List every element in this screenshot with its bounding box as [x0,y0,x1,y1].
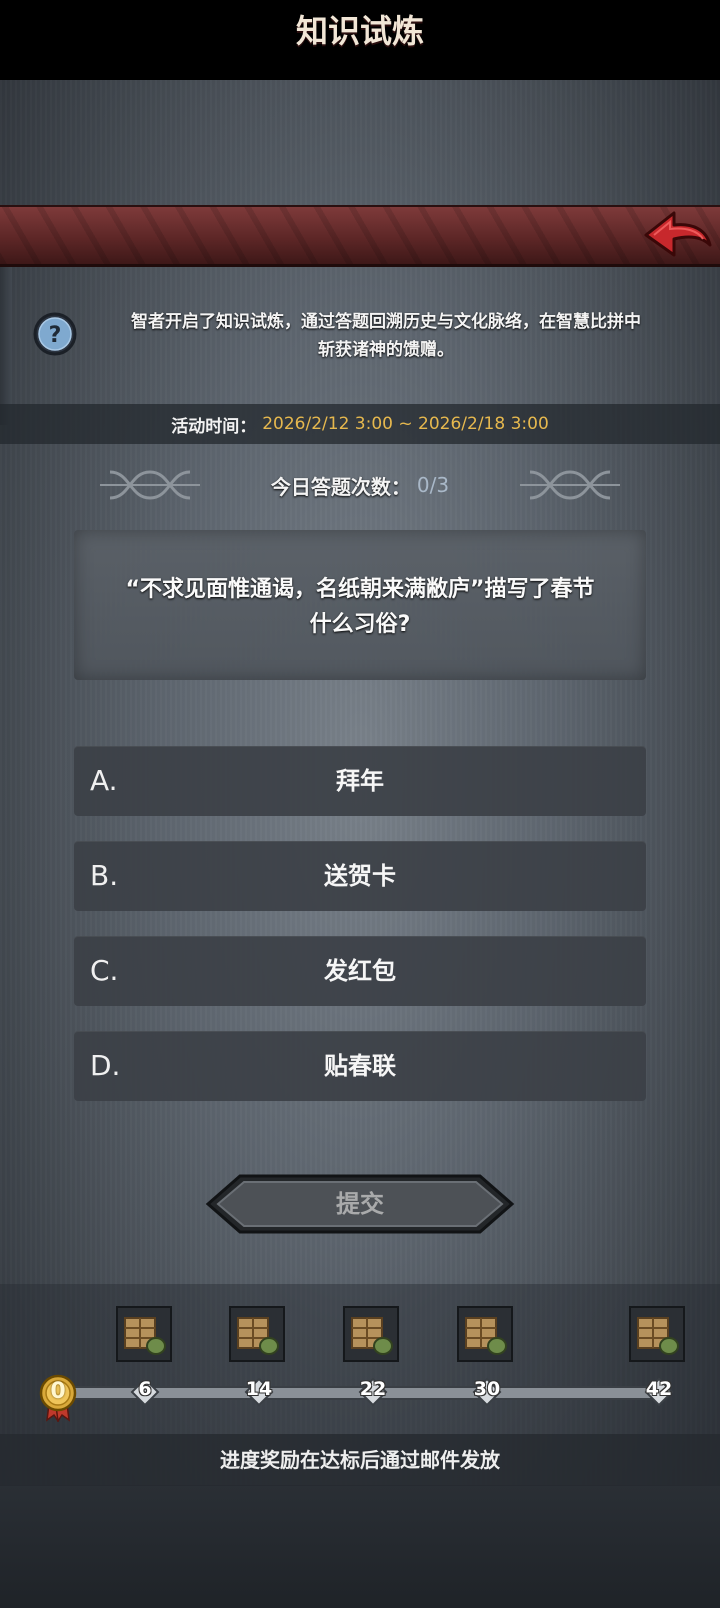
treasure-chest-icon[interactable] [629,1306,685,1362]
reward-footer-note: 进度奖励在达标后通过邮件发放 [0,1434,720,1486]
back-arrow-icon[interactable] [640,205,716,267]
question-mark-icon[interactable]: ? [33,312,77,356]
question-line-2: 什么习俗? [309,612,411,637]
milestone-label: 30 [473,1378,501,1400]
daily-count-value: 0/3 [416,473,450,497]
event-time-strip: 活动时间： 2026/2/12 3:00 ~ 2026/2/18 3:00 [0,404,720,444]
treasure-chest-icon[interactable] [343,1306,399,1362]
intro-line-1: 智者开启了知识试炼，通过答题回溯历史与文化脉络，在智慧比拼中 [131,312,641,332]
option-a-button[interactable]: A. 拜年 [74,746,646,816]
milestone-label: 14 [245,1378,273,1400]
event-time-value: 2026/2/12 3:00 ~ 2026/2/18 3:00 [262,414,549,434]
daily-count-label: 今日答题次数： [270,474,411,499]
option-d-button[interactable]: D. 贴春联 [74,1031,646,1101]
milestone-label: 42 [645,1378,673,1400]
progress-current-value: 0 [50,1379,66,1404]
knot-ornament-left-icon [100,470,200,500]
option-b-button[interactable]: B. 送贺卡 [74,841,646,911]
knot-ornament-right-icon [520,470,620,500]
bottom-shade [0,1485,720,1608]
milestone-label: 6 [138,1378,152,1400]
option-text: 送贺卡 [324,862,396,890]
daily-count-strip: 今日答题次数： 0/3 [100,462,620,508]
option-text: 发红包 [324,957,396,985]
treasure-chest-icon[interactable] [229,1306,285,1362]
svg-text:?: ? [49,323,62,348]
page-title: 知识试炼 [295,12,424,50]
intro-line-2: 斩获诸神的馈赠。 [318,340,454,360]
milestone-label: 22 [359,1378,387,1400]
question-text: “不求见面惟通谒，名纸朝来满敝庐”描写了春节 什么习俗? [90,572,630,642]
submit-button[interactable]: 提交 [204,1172,516,1236]
option-c-button[interactable]: C. 发红包 [74,936,646,1006]
treasure-chest-icon[interactable] [116,1306,172,1362]
question-line-1: “不求见面惟通谒，名纸朝来满敝庐”描写了春节 [125,577,595,602]
event-time-label: 活动时间： [171,416,257,437]
title-banner [0,205,720,267]
intro-description: 智者开启了知识试炼，通过答题回溯历史与文化脉络，在智慧比拼中 斩获诸神的馈赠。 [86,308,686,364]
treasure-chest-icon[interactable] [457,1306,513,1362]
option-text: 拜年 [336,767,384,795]
option-text: 贴春联 [324,1052,396,1080]
